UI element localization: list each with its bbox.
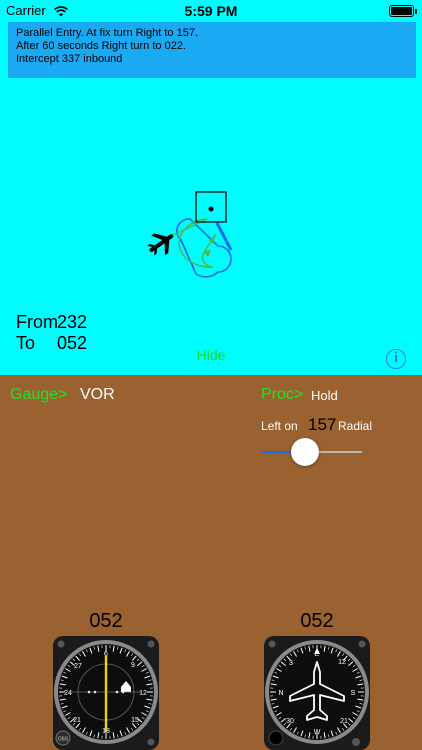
svg-text:N: N (278, 690, 283, 697)
from-readout: From232 (16, 312, 87, 333)
radial-label: Radial (338, 419, 373, 433)
holding-pattern (176, 218, 233, 278)
procedure-value: Hold (311, 388, 338, 403)
svg-text:OBS: OBS (58, 737, 69, 743)
turn-direction-label: Left on (261, 419, 298, 433)
svg-text:30: 30 (286, 718, 294, 725)
gauge-selector-button[interactable]: Gauge> (10, 386, 67, 404)
radial-value: 157 (308, 415, 337, 434)
svg-text:15: 15 (131, 717, 139, 724)
airplane-icon (147, 233, 174, 256)
vor-course-value: 052 (89, 610, 123, 632)
from-value: 232 (57, 312, 88, 332)
svg-text:12: 12 (139, 690, 147, 697)
info-icon[interactable]: i (386, 349, 406, 369)
svg-text:9: 9 (131, 662, 135, 669)
map-panel: Carrier 5:59 PM Parallel Entry. At fix t… (0, 0, 422, 375)
svg-text:21: 21 (340, 718, 348, 725)
svg-text:24: 24 (64, 690, 72, 697)
fix-square-icon (195, 191, 227, 223)
gauge-value: VOR (80, 386, 115, 403)
heading-value: 052 (300, 610, 334, 632)
svg-text:21: 21 (73, 717, 81, 724)
from-label: From (16, 312, 58, 332)
svg-text:27: 27 (74, 663, 82, 670)
heading-indicator-icon: E 12 S 21 W 30 N 3 (264, 636, 370, 750)
procedure-selector-button[interactable]: Proc> (261, 386, 303, 404)
hide-button[interactable]: Hide (0, 347, 422, 363)
svg-text:3: 3 (289, 660, 293, 667)
svg-text:W: W (314, 729, 321, 736)
svg-text:S: S (351, 690, 356, 697)
radial-slider[interactable] (261, 438, 362, 466)
vor-gauge-icon: 6 9 12 15 18 21 24 27 OBS (53, 636, 159, 750)
svg-text:12: 12 (338, 659, 346, 666)
slider-thumb[interactable] (291, 438, 320, 466)
